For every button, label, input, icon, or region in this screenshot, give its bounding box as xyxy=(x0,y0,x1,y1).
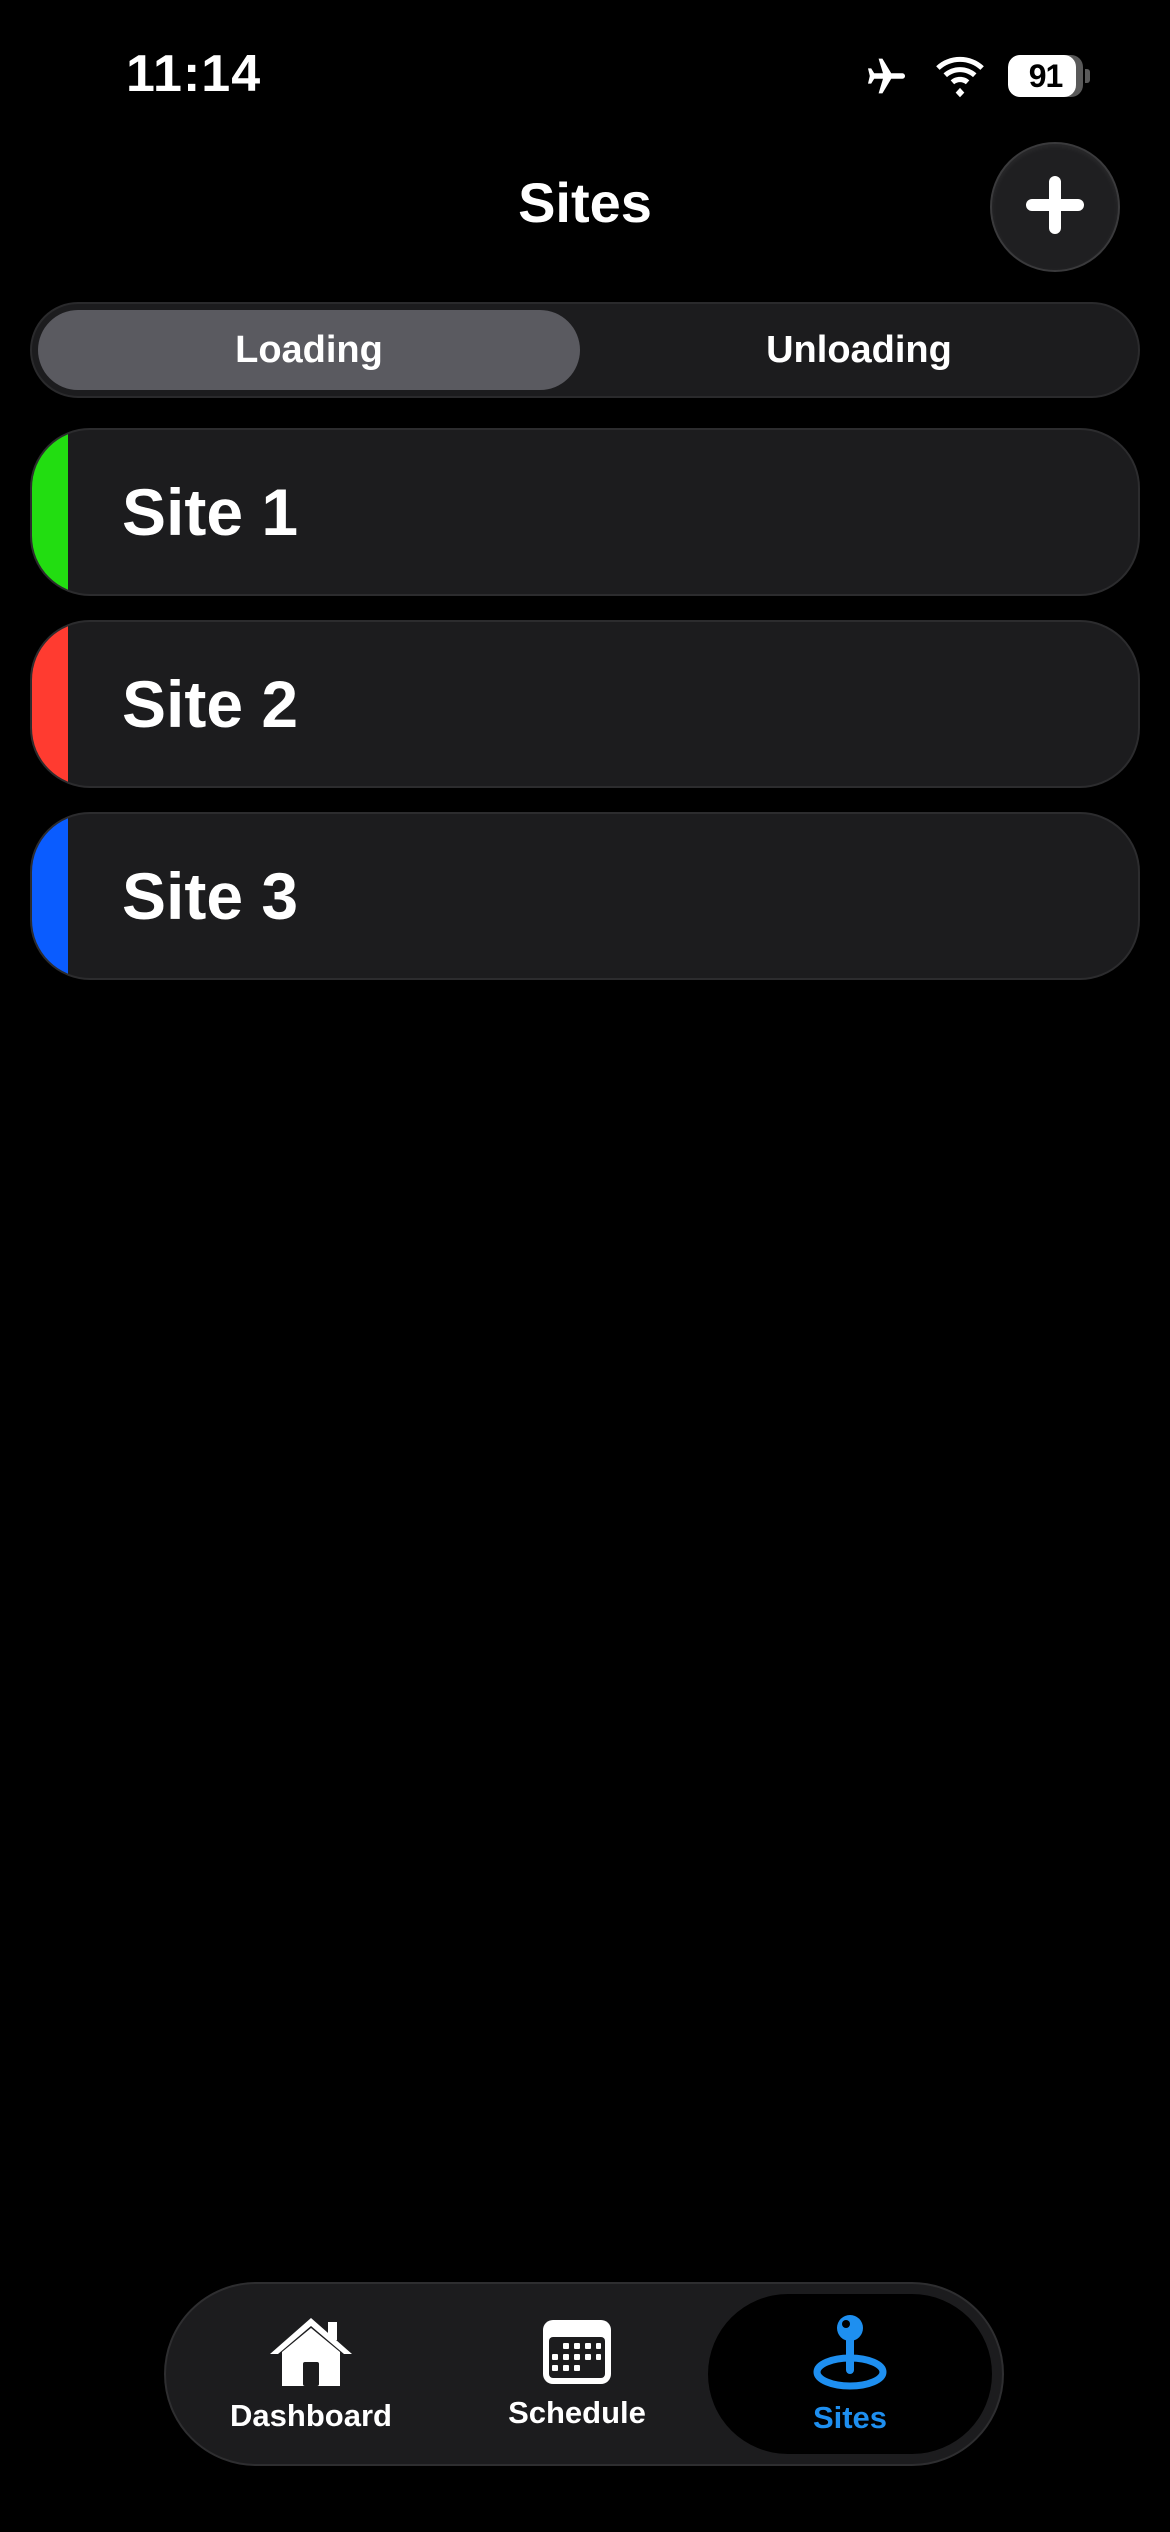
status-bar: 11:14 91 xyxy=(0,0,1170,150)
wifi-icon xyxy=(934,54,986,98)
segment-unloading[interactable]: Unloading xyxy=(586,310,1132,390)
site-name: Site 2 xyxy=(122,667,299,741)
loading-unloading-segmented-control: Loading Unloading xyxy=(30,302,1140,398)
status-icons: 91 xyxy=(860,52,1090,100)
tab-bar: Dashboard Schedule Sites xyxy=(164,2282,1004,2466)
plus-icon xyxy=(1020,170,1090,245)
airplane-icon xyxy=(860,52,912,100)
site-list: Site 1 Site 2 Site 3 xyxy=(30,428,1140,1004)
site-color-stripe xyxy=(32,430,68,594)
location-pin-icon xyxy=(810,2312,890,2392)
house-icon xyxy=(266,2314,356,2390)
tab-dashboard[interactable]: Dashboard xyxy=(186,2294,436,2454)
battery-level: 91 xyxy=(1028,57,1064,94)
battery-indicator: 91 xyxy=(1008,55,1090,97)
site-name: Site 3 xyxy=(122,859,299,933)
calendar-icon xyxy=(540,2317,614,2387)
status-time: 11:14 xyxy=(126,45,262,103)
site-card-2[interactable]: Site 2 xyxy=(30,620,1140,788)
tab-sites[interactable]: Sites xyxy=(708,2294,992,2454)
segment-loading[interactable]: Loading xyxy=(38,310,580,390)
tab-schedule[interactable]: Schedule xyxy=(452,2294,702,2454)
battery-cap xyxy=(1085,69,1090,83)
site-card-3[interactable]: Site 3 xyxy=(30,812,1140,980)
tab-label: Schedule xyxy=(508,2395,646,2430)
site-color-stripe xyxy=(32,622,68,786)
site-name: Site 1 xyxy=(122,475,299,549)
site-color-stripe xyxy=(32,814,68,978)
tab-label: Sites xyxy=(812,2400,888,2435)
site-card-1[interactable]: Site 1 xyxy=(30,428,1140,596)
add-site-button[interactable] xyxy=(990,142,1120,272)
tab-label: Dashboard xyxy=(230,2398,392,2433)
